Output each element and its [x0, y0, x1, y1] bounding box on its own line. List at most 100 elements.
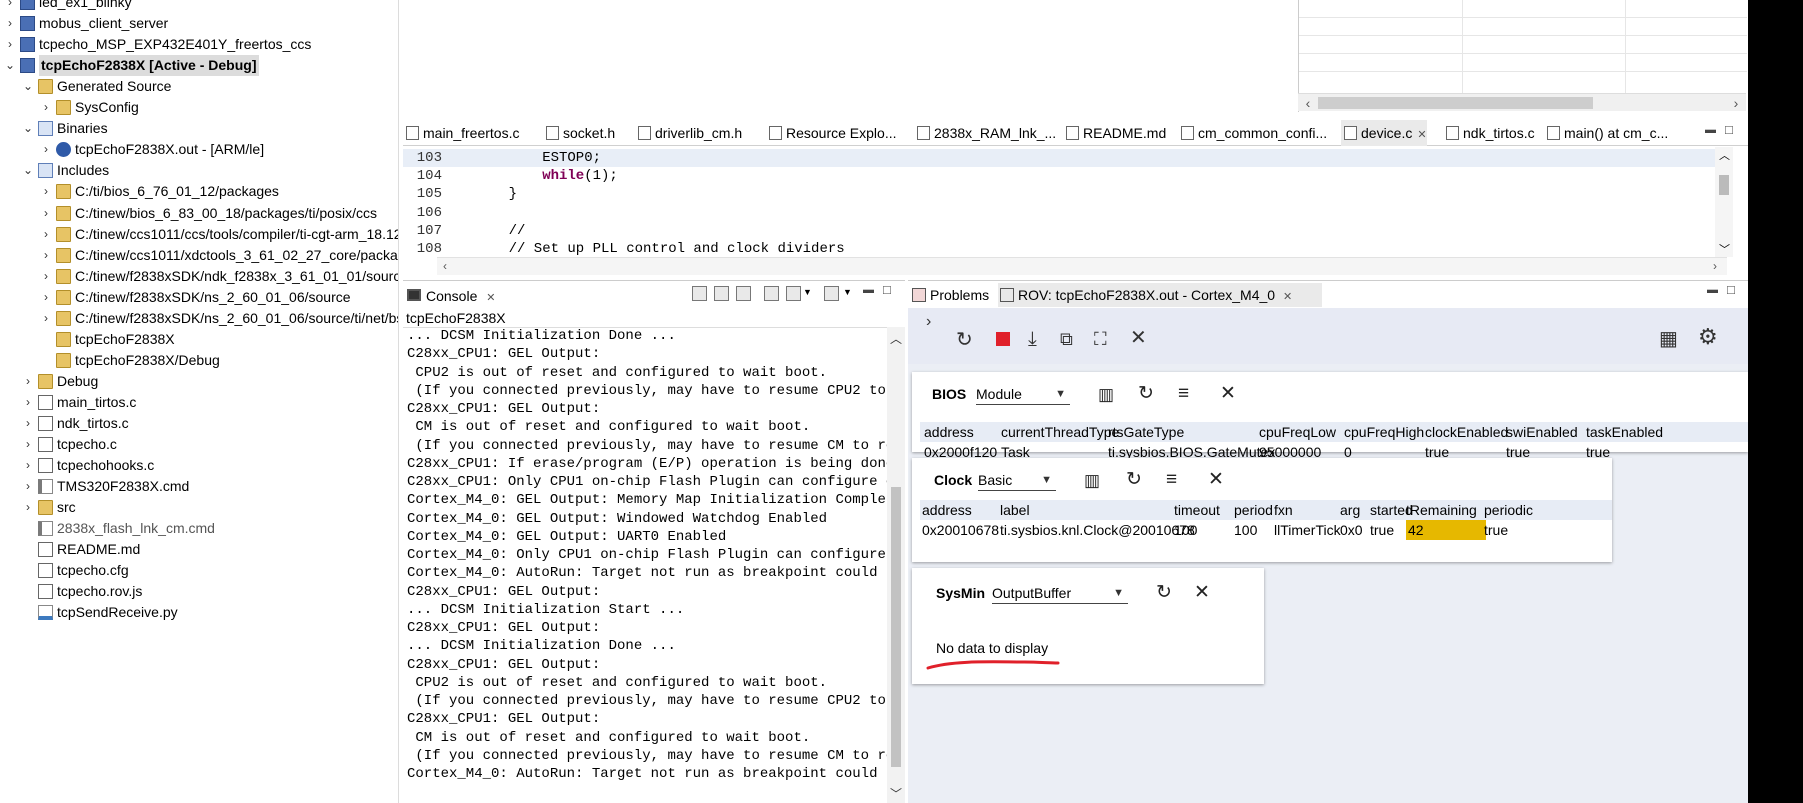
column-header[interactable]: period	[1234, 500, 1273, 520]
maximize-icon[interactable]: □	[883, 282, 891, 297]
stop-icon[interactable]	[996, 332, 1010, 346]
column-header[interactable]: swiEnabled	[1506, 422, 1578, 442]
chevron-right-icon[interactable]: ›	[40, 245, 52, 266]
tree-item[interactable]: tcpecho.cfg	[0, 560, 398, 581]
tree-item[interactable]: › led_ex1_blinky	[0, 0, 398, 13]
column-header[interactable]: periodic	[1484, 500, 1533, 520]
tab-problems[interactable]: Problems	[910, 283, 998, 307]
tree-item[interactable]: › C:/tinew/ccs1011/xdctools_3_61_02_27_co…	[0, 245, 398, 266]
chevron-right-icon[interactable]: ›	[22, 434, 34, 455]
chevron-right-icon[interactable]: ›	[22, 497, 34, 518]
chevron-right-icon[interactable]: ›	[40, 224, 52, 245]
columns-icon[interactable]: ▥	[1098, 384, 1114, 406]
table-cell[interactable]: 100	[1234, 520, 1257, 540]
tree-item[interactable]: › C:/ti/bios_6_76_01_12/packages	[0, 181, 398, 202]
dashboard-icon[interactable]: ▦	[1659, 329, 1678, 349]
close-icon[interactable]: ✕	[1417, 129, 1426, 141]
chevron-right-icon[interactable]: ›	[22, 371, 34, 392]
tree-item[interactable]: › C:/tinew/f2838xSDK/ns_2_60_01_06/source	[0, 287, 398, 308]
scroll-down-icon[interactable]: ﹀	[1719, 241, 1730, 257]
editor-tab[interactable]: socket.h	[543, 120, 615, 146]
column-header[interactable]: address	[922, 500, 972, 520]
column-header[interactable]: fxn	[1274, 500, 1293, 520]
chevron-right-icon[interactable]: ›	[40, 139, 52, 160]
tree-item[interactable]: › tcpecho.c	[0, 434, 398, 455]
column-header[interactable]: rtsGateType	[1108, 422, 1184, 442]
scrollbar-thumb[interactable]	[1719, 175, 1729, 195]
chevron-right-icon[interactable]: ›	[22, 392, 34, 413]
scroll-right-icon[interactable]: ›	[1728, 94, 1744, 112]
close-icon[interactable]: ✕	[1194, 582, 1210, 604]
code-area[interactable]: 103 ESTOP0; 104 while(1); 105} 106 107//108// …	[403, 147, 1715, 257]
tab-console[interactable]: Console ✕	[406, 285, 495, 307]
tree-item[interactable]: ⌄ tcpEchoF2838X [Active - Debug]	[0, 55, 398, 77]
minimize-icon[interactable]: ▬	[863, 284, 874, 296]
chevron-right-icon[interactable]: ›	[22, 455, 34, 476]
tree-item[interactable]: › C:/tinew/ccs1011/ccs/tools/compiler/ti-…	[0, 224, 398, 245]
scroll-up-icon[interactable]: ︿	[887, 330, 905, 347]
scroll-right-icon[interactable]: ›	[1713, 259, 1717, 273]
editor-tab[interactable]: README.md	[1063, 120, 1166, 146]
maximize-icon[interactable]: □	[1725, 122, 1733, 137]
bios-view-select[interactable]: Module ▼	[976, 383, 1070, 405]
column-header[interactable]: clockEnabled	[1425, 422, 1508, 442]
chevron-right-icon[interactable]: ›	[4, 34, 16, 55]
maximize-icon[interactable]: □	[1727, 282, 1735, 297]
chevron-right-icon[interactable]: ›	[4, 13, 16, 34]
editor-vertical-scrollbar[interactable]: ︿ ﹀	[1715, 147, 1733, 257]
scroll-up-icon[interactable]: ︿	[1719, 147, 1730, 163]
chevron-right-icon[interactable]: ›	[40, 181, 52, 202]
grid-horizontal-scrollbar[interactable]: ‹ ›	[1298, 93, 1746, 111]
gear-icon[interactable]: ⚙	[1698, 326, 1718, 348]
chevron-right-icon[interactable]: ›	[926, 312, 931, 332]
column-header[interactable]: timeout	[1174, 500, 1220, 520]
chevron-right-icon[interactable]: ›	[4, 0, 16, 13]
tree-item[interactable]: › main_tirtos.c	[0, 392, 398, 413]
editor-tab[interactable]: cm_common_confi...	[1178, 120, 1327, 146]
chevron-right-icon[interactable]: ›	[22, 476, 34, 497]
tree-item[interactable]: › Debug	[0, 371, 398, 392]
table-row[interactable]: 0x20010678 ti.sysbios.knl.Clock@20010678 1…	[920, 520, 1612, 540]
tree-item[interactable]: › tcpecho_MSP_EXP432E401Y_freertos_ccs	[0, 34, 398, 55]
editor-tab[interactable]: main() at cm_c...	[1544, 120, 1668, 146]
tree-item[interactable]: › C:/tinew/f2838xSDK/ndk_f2838x_3_61_01_0…	[0, 266, 398, 287]
menu-icon[interactable]: ≡	[1178, 383, 1189, 405]
display-console-icon[interactable]	[786, 286, 801, 301]
scrollbar-thumb[interactable]	[891, 487, 901, 767]
menu-icon[interactable]: ≡	[1166, 469, 1177, 491]
tree-item[interactable]: › tcpEchoF2838X.out - [ARM/le]	[0, 139, 398, 160]
close-icon[interactable]: ✕	[1130, 328, 1147, 348]
download-icon[interactable]: ⤓	[1028, 329, 1037, 349]
table-cell[interactable]: 0x0	[1340, 520, 1363, 540]
word-wrap-icon[interactable]	[736, 286, 751, 301]
scroll-lock-icon[interactable]	[714, 286, 729, 301]
column-header[interactable]: currentThreadType	[1001, 422, 1119, 442]
editor-tab[interactable]: device.c ✕	[1341, 120, 1427, 146]
tree-item[interactable]: › C:/tinew/f2838xSDK/ns_2_60_01_06/source…	[0, 308, 398, 329]
chevron-down-icon[interactable]: ⌄	[4, 55, 16, 76]
table-cell[interactable]: 0x20010678	[922, 520, 999, 540]
chevron-down-icon[interactable]: ▼	[803, 287, 812, 297]
fullscreen-icon[interactable]: ⛶	[1094, 329, 1107, 349]
tree-item[interactable]: › src	[0, 497, 398, 518]
column-header[interactable]: tRemaining	[1406, 500, 1477, 520]
console-vertical-scrollbar[interactable]: ︿ ﹀	[887, 327, 905, 803]
tree-item[interactable]: tcpEchoF2838X/Debug	[0, 350, 398, 371]
chevron-down-icon[interactable]: ⌄	[22, 160, 34, 181]
table-cell[interactable]: ti.sysbios.knl.Clock@20010678	[1000, 520, 1195, 540]
clock-view-select[interactable]: Basic ▼	[978, 469, 1056, 491]
scroll-down-icon[interactable]: ﹀	[887, 785, 905, 802]
chevron-down-icon[interactable]: ▼	[843, 287, 852, 297]
chevron-right-icon[interactable]: ›	[22, 413, 34, 434]
scroll-left-icon[interactable]: ‹	[443, 259, 447, 273]
editor-tab[interactable]: ndk_tirtos.c	[1443, 120, 1535, 146]
tree-item[interactable]: › SysConfig	[0, 97, 398, 118]
tree-item[interactable]: README.md	[0, 539, 398, 560]
table-cell[interactable]: 100	[1174, 520, 1197, 540]
close-icon[interactable]: ✕	[1208, 469, 1224, 491]
chevron-right-icon[interactable]: ›	[40, 308, 52, 329]
column-header[interactable]: cpuFreqHigh	[1344, 422, 1424, 442]
table-cell[interactable]: 42	[1406, 520, 1486, 540]
refresh-icon[interactable]: ↻	[1138, 383, 1154, 405]
column-header[interactable]: taskEnabled	[1586, 422, 1663, 442]
